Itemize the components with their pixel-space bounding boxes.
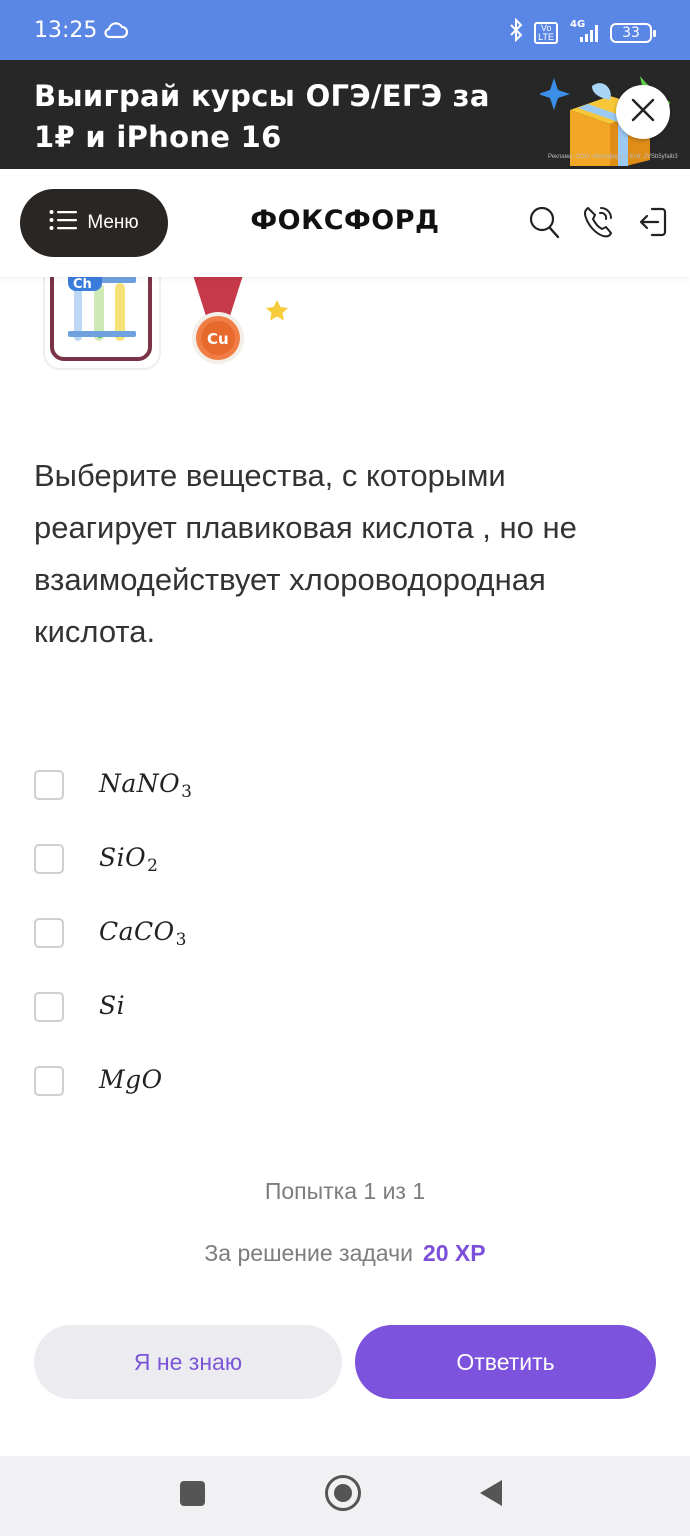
badge-medal-label: Cu <box>207 330 229 348</box>
search-icon[interactable] <box>528 205 560 244</box>
status-bar: 13:25 Vo LTE 4G 33 <box>0 0 690 60</box>
login-icon[interactable] <box>638 205 668 244</box>
attempt-counter: Попытка 1 из 1 <box>264 1178 426 1204</box>
banner-close-button[interactable] <box>616 85 670 139</box>
answer-button[interactable]: Ответить <box>355 1325 656 1399</box>
option-nano3[interactable]: NaNO3 <box>34 748 654 822</box>
recents-icon[interactable] <box>180 1481 205 1506</box>
option-sio2[interactable]: SiO2 <box>34 822 654 896</box>
promo-banner[interactable]: Выиграй курсы ОГЭ/ЕГЭ за 1₽ и iPhone 16 … <box>0 60 690 169</box>
option-si[interactable]: Si <box>34 970 654 1044</box>
close-icon <box>630 97 656 128</box>
option-caco3[interactable]: CaCO3 <box>34 896 654 970</box>
option-checkbox[interactable] <box>34 1066 64 1096</box>
option-formula: MgO <box>99 1064 163 1094</box>
option-checkbox[interactable] <box>34 770 64 800</box>
battery-icon: 33 <box>610 22 656 43</box>
signal-icon: 4G <box>566 19 602 44</box>
home-icon[interactable] <box>325 1475 361 1511</box>
status-time: 13:25 <box>34 18 98 43</box>
volte-badge: Vo LTE <box>534 21 558 44</box>
cloud-icon <box>103 20 129 45</box>
option-formula: CaCO3 <box>99 916 187 950</box>
menu-label: Меню <box>87 212 139 233</box>
answer-options: NaNO3 SiO2 CaCO3 Si MgO <box>34 748 654 1118</box>
banner-legal: Реклама. ООО «Фоксфорд». Erid: 2VSb5yfai… <box>548 154 678 160</box>
reward-xp: 20 XP <box>422 1240 486 1266</box>
site-header: Меню ФОКСФОРД <box>0 169 690 277</box>
reward-info: За решение задачи 20 XP <box>0 1240 690 1267</box>
option-checkbox[interactable] <box>34 992 64 1022</box>
page: 13:25 Vo LTE 4G 33 Выиграй курсы ОГЭ/ЕГЭ … <box>0 0 690 1536</box>
option-formula: Si <box>99 990 126 1020</box>
menu-button[interactable]: Меню <box>20 189 168 257</box>
badge-chem-label: Ch <box>73 277 92 292</box>
badge-artwork: Ch Cu <box>43 277 295 371</box>
question-text: Выберите вещества, с которыми реагирует … <box>34 458 577 649</box>
phone-icon[interactable] <box>582 205 614 244</box>
option-mgo[interactable]: MgO <box>34 1044 654 1118</box>
bluetooth-icon <box>506 17 526 47</box>
dont-know-button[interactable]: Я не знаю <box>34 1325 342 1399</box>
back-icon[interactable] <box>480 1480 502 1506</box>
status-icons: Vo LTE 4G 33 <box>506 17 656 47</box>
banner-text: Выиграй курсы ОГЭ/ЕГЭ за 1₽ и iPhone 16 <box>34 79 490 154</box>
menu-list-icon <box>49 209 78 237</box>
option-checkbox[interactable] <box>34 918 64 948</box>
option-formula: SiO2 <box>99 842 159 876</box>
option-checkbox[interactable] <box>34 844 64 874</box>
reward-label: За решение задачи <box>204 1240 413 1266</box>
achievement-badges: Ch Cu <box>0 277 690 377</box>
option-formula: NaNO3 <box>99 768 193 802</box>
